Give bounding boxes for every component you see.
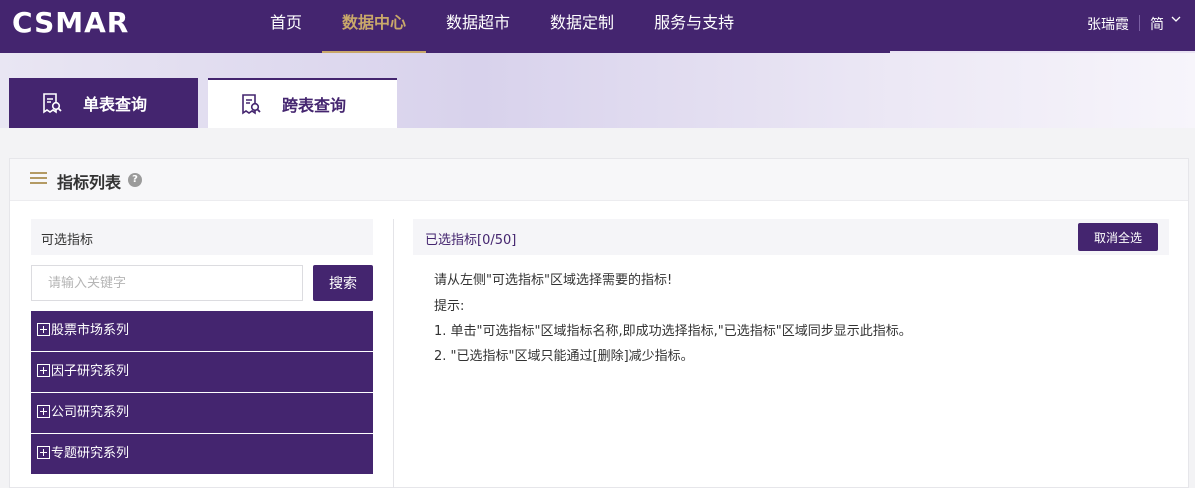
- series-item-stock-market[interactable]: 股票市场系列: [31, 311, 373, 351]
- help-icon[interactable]: ?: [128, 173, 142, 187]
- tab-label: 跨表查询: [282, 96, 347, 115]
- csmar-logo[interactable]: CSMAR: [12, 8, 129, 38]
- tab-single-table-query[interactable]: 单表查询: [9, 78, 198, 128]
- selected-indicators-title: 已选指标[0/50]: [425, 233, 517, 248]
- list-menu-icon: [30, 172, 47, 186]
- search-button[interactable]: 搜索: [313, 265, 373, 301]
- query-tab-band: 单表查询 跨表查询: [0, 53, 1195, 128]
- user-name[interactable]: 张瑞霞: [1087, 14, 1129, 34]
- available-indicators-header: 可选指标: [31, 219, 373, 255]
- language-switch[interactable]: 简: [1150, 14, 1164, 34]
- hint-line: 1. 单击"可选指标"区域指标名称,即成功选择指标,"已选指标"区域同步显示此指…: [434, 324, 912, 339]
- series-label: 股票市场系列: [51, 323, 130, 338]
- series-item-factor-research[interactable]: 因子研究系列: [31, 352, 373, 392]
- panel-title: 指标列表: [57, 173, 122, 192]
- expand-plus-icon[interactable]: [37, 323, 50, 336]
- nav-item-data-custom[interactable]: 数据定制: [530, 0, 634, 53]
- document-search-icon: [43, 93, 62, 114]
- selected-indicators-header: 已选指标[0/50] 取消全选: [413, 219, 1169, 255]
- tab-label: 单表查询: [83, 95, 148, 114]
- panel-header: 指标列表 ?: [10, 159, 1188, 201]
- column-divider: [393, 219, 394, 488]
- nav-item-data-center[interactable]: 数据中心: [322, 0, 427, 53]
- series-item-company-research[interactable]: 公司研究系列: [31, 393, 373, 433]
- chevron-down-icon[interactable]: [1170, 13, 1182, 28]
- series-label: 公司研究系列: [51, 405, 130, 420]
- hint-line: 请从左侧"可选指标"区域选择需要的指标!: [434, 273, 673, 288]
- hint-line: 提示:: [434, 299, 465, 314]
- nav-item-data-market[interactable]: 数据超市: [426, 0, 530, 53]
- hint-line: 2. "已选指标"区域只能通过[删除]减少指标。: [434, 349, 694, 364]
- top-navbar: CSMAR 首页 数据中心 数据超市 数据定制 服务与支持 张瑞霞 简: [0, 0, 1195, 53]
- series-item-special-research[interactable]: 专题研究系列: [31, 434, 373, 474]
- nav-item-service-support[interactable]: 服务与支持: [634, 0, 754, 53]
- main-nav: 首页 数据中心 数据超市 数据定制 服务与支持: [250, 0, 754, 53]
- expand-plus-icon[interactable]: [37, 405, 50, 418]
- deselect-all-button[interactable]: 取消全选: [1078, 223, 1158, 251]
- series-label: 专题研究系列: [51, 446, 130, 461]
- indicator-panel: 指标列表 ? 可选指标 搜索 股票市场系列 因子研究系列 公司研究系列 专题研究…: [9, 158, 1189, 488]
- header-divider: [1139, 15, 1140, 31]
- expand-plus-icon[interactable]: [37, 446, 50, 459]
- series-label: 因子研究系列: [51, 364, 130, 379]
- keyword-search-input[interactable]: [31, 265, 303, 301]
- nav-item-home[interactable]: 首页: [250, 0, 322, 53]
- document-search-icon: [242, 94, 261, 115]
- tab-cross-table-query[interactable]: 跨表查询: [208, 78, 397, 128]
- available-indicators-title: 可选指标: [41, 233, 94, 248]
- expand-plus-icon[interactable]: [37, 364, 50, 377]
